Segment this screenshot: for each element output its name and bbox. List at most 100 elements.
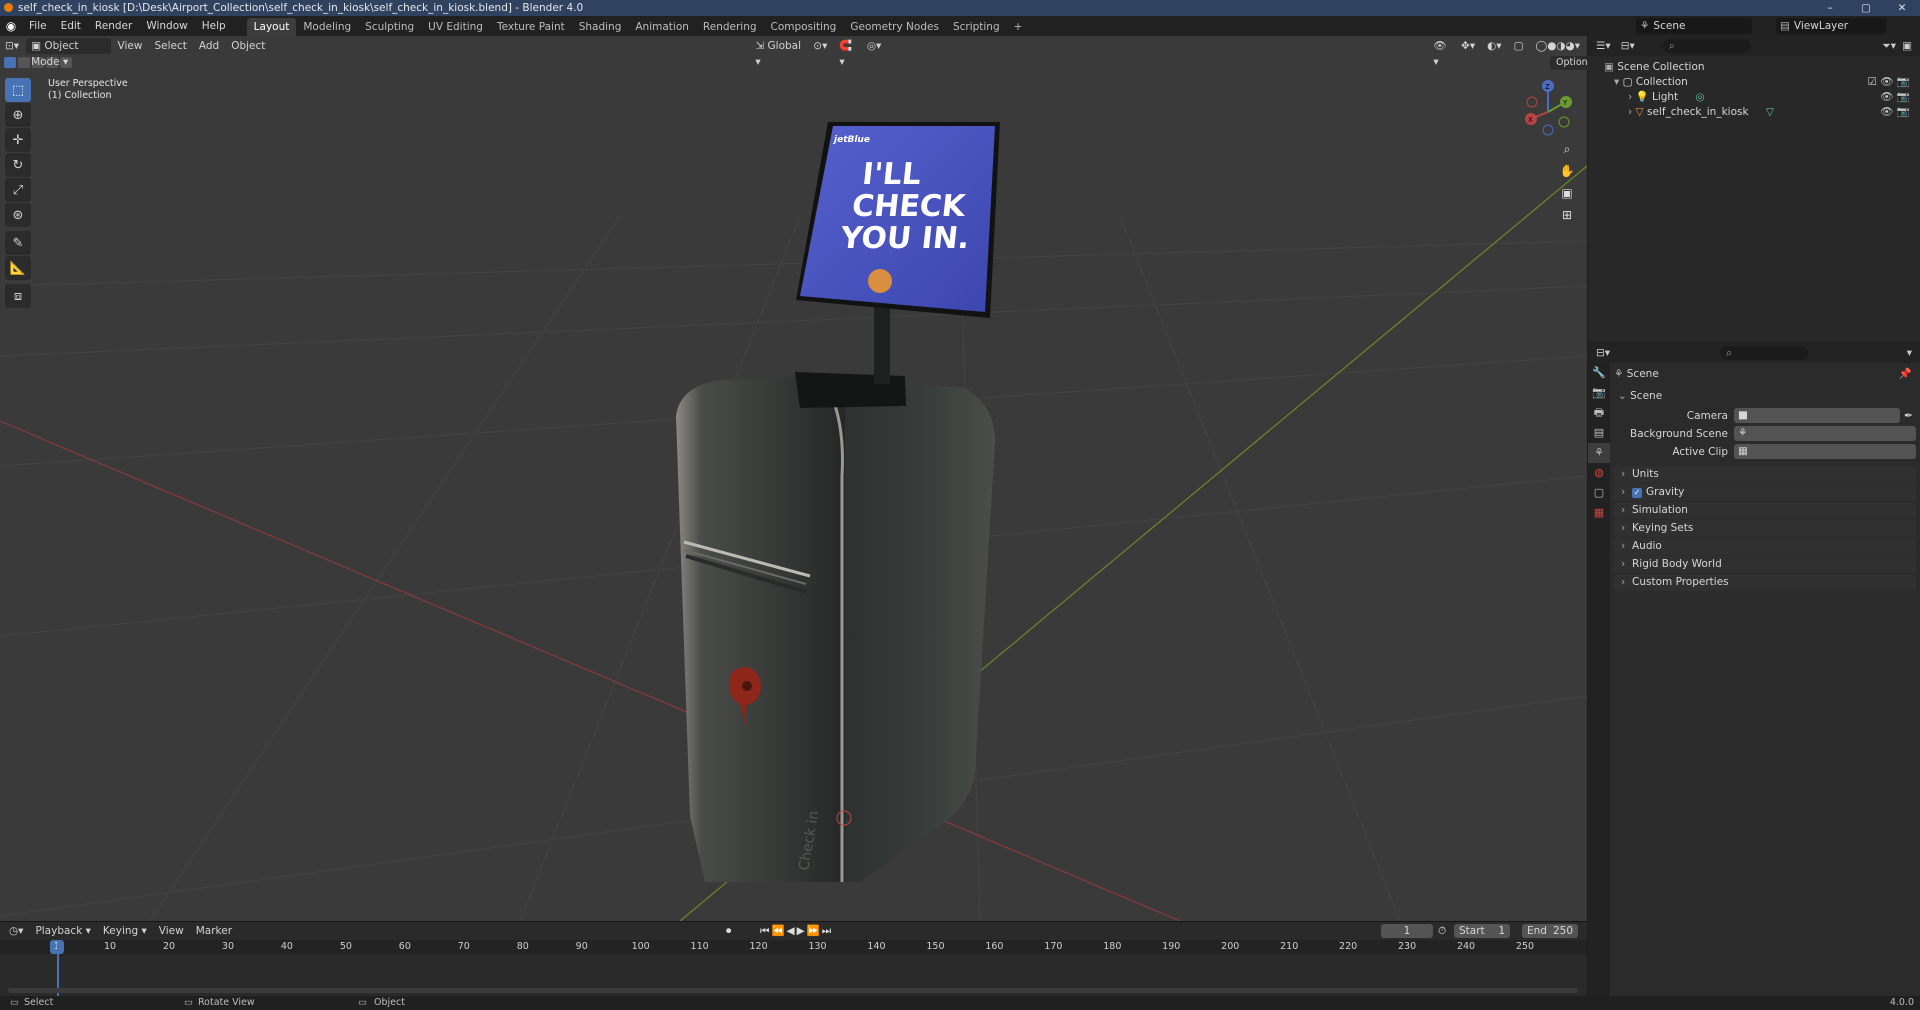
tool-tab-icon[interactable]: 🔧 [1588, 363, 1610, 383]
outliner-editor[interactable]: ☰▾ ⊟▾ ⌕ ⏷▾ ▣ ▣ Scene Collection ▾ ▢ Coll… [1588, 36, 1920, 342]
timeline-menu-keying[interactable]: Keying ▾ [98, 923, 152, 939]
frame-ruler[interactable]: 1102030405060708090100110120130140150160… [0, 940, 1587, 954]
pivot-icon[interactable]: ⊙▾ [808, 38, 832, 54]
collection-tab-icon[interactable]: ▢ [1588, 483, 1610, 503]
tab-texture-paint[interactable]: Texture Paint [490, 18, 572, 36]
eyedropper-icon[interactable]: ✒ [1904, 410, 1913, 422]
pin-icon[interactable]: 📌 [1899, 365, 1912, 383]
tab-scripting[interactable]: Scripting [946, 18, 1007, 36]
menu-object[interactable]: Object [226, 38, 270, 54]
xray-toggle-icon[interactable]: ▢ [1509, 38, 1529, 54]
panel-rigid-body-world[interactable]: Rigid Body World [1614, 556, 1916, 573]
current-frame-field[interactable]: 1 [1381, 924, 1433, 938]
select-new-icon[interactable] [4, 57, 16, 68]
menu-window[interactable]: Window [139, 16, 194, 36]
add-cube-tool-icon[interactable]: ⧈ [5, 284, 31, 308]
gizmo-toggle-icon[interactable]: ✥▾ [1456, 38, 1480, 54]
timeline-editor[interactable]: ◷▾ Playback ▾ Keying ▾ View Marker ⏺ ⏮⏪◀… [0, 921, 1587, 999]
select-extend-icon[interactable] [18, 57, 30, 68]
collection-row[interactable]: ▾ ▢ Collection ☑ 👁 📷 [1604, 75, 1920, 90]
tab-geometry-nodes[interactable]: Geometry Nodes [843, 18, 946, 36]
outliner-item-kiosk[interactable]: › ▽ self_check_in_kiosk ▽ 👁 📷 [1604, 105, 1920, 120]
annotate-tool-icon[interactable]: ✎ [5, 231, 31, 255]
3d-viewport[interactable]: jetBlue I'LL CHECK YOU IN. Check in Z Y … [0, 36, 1587, 921]
menu-view[interactable]: View [113, 38, 148, 54]
properties-editor[interactable]: ⊟▾ ⌕ ▾ 🔧 📷 🖶 ▤ ⚘ ◍ ▢ ▦ ⚘ Scene 📌 ⌄ Scene… [1588, 343, 1920, 996]
active-clip-field[interactable]: ▦ [1734, 444, 1916, 459]
scene-selector[interactable]: ⚘ Scene [1636, 18, 1752, 34]
scene-section-header[interactable]: ⌄ Scene [1614, 387, 1916, 405]
scene-collection-row[interactable]: ▣ Scene Collection [1604, 60, 1920, 75]
background-scene-field[interactable]: ⚘ [1734, 426, 1916, 441]
world-tab-icon[interactable]: ◍ [1588, 463, 1610, 483]
panel-keying-sets[interactable]: Keying Sets [1614, 520, 1916, 537]
timeline-menu-marker[interactable]: Marker [191, 923, 237, 939]
ortho-grid-icon[interactable]: ⊞ [1556, 204, 1578, 226]
render-tab-icon[interactable]: 📷 [1588, 383, 1610, 403]
menu-help[interactable]: Help [195, 16, 233, 36]
properties-editor-icon[interactable]: ⊟▾ [1596, 347, 1610, 359]
tab-rendering[interactable]: Rendering [696, 18, 764, 36]
tab-compositing[interactable]: Compositing [764, 18, 844, 36]
editor-type-icon[interactable]: ⊡▾ [0, 38, 24, 54]
collection-visibility-icons[interactable]: ☑ 👁 📷 [1868, 75, 1911, 90]
close-button[interactable]: ✕ [1884, 0, 1920, 16]
new-collection-icon[interactable]: ▣ [1902, 40, 1912, 52]
panel-custom-properties[interactable]: Custom Properties [1614, 574, 1916, 591]
timeline-menu-playback[interactable]: Playback ▾ [30, 923, 95, 939]
tab-sculpting[interactable]: Sculpting [358, 18, 421, 36]
blender-menu-icon[interactable]: ◉ [0, 19, 22, 33]
timeline-track-area[interactable] [0, 940, 1587, 998]
proportional-edit-icon[interactable]: ◎▾ [862, 38, 886, 54]
scene-tab-icon[interactable]: ⚘ [1588, 443, 1610, 463]
light-visibility-icons[interactable]: 👁 📷 [1880, 90, 1910, 105]
shading-modes[interactable]: ◯●◑◕▾ [1530, 38, 1585, 54]
properties-search-input[interactable]: ⌕ [1720, 346, 1809, 360]
texture-tab-icon[interactable]: ▦ [1588, 503, 1610, 523]
outliner-search-input[interactable]: ⌕ [1662, 39, 1751, 53]
menu-edit[interactable]: Edit [54, 16, 88, 36]
properties-options-icon[interactable]: ▾ [1907, 347, 1912, 359]
overlay-toggle-icon[interactable]: ◐▾ [1482, 38, 1506, 54]
minimize-button[interactable]: – [1812, 0, 1848, 16]
menu-file[interactable]: File [22, 16, 54, 36]
tab-uv-editing[interactable]: UV Editing [421, 18, 490, 36]
kiosk-visibility-icons[interactable]: 👁 📷 [1880, 105, 1910, 120]
panel-audio[interactable]: Audio [1614, 538, 1916, 555]
timeline-scrollbar[interactable] [8, 988, 1578, 993]
timeline-menu-view[interactable]: View [154, 923, 189, 939]
timeline-editor-icon[interactable]: ◷▾ [4, 923, 28, 939]
tab-shading[interactable]: Shading [572, 18, 629, 36]
gravity-checkbox[interactable]: ✓ [1632, 488, 1642, 498]
mode-dropdown[interactable]: ▣ Object Mode ▾ [26, 38, 111, 68]
zoom-icon[interactable]: ⌕ [1556, 138, 1578, 160]
menu-render[interactable]: Render [88, 16, 139, 36]
playback-controls[interactable]: ⏮⏪◀▶⏩⏭ [760, 924, 833, 938]
add-workspace-button[interactable]: + [1007, 18, 1030, 36]
tab-modeling[interactable]: Modeling [296, 18, 358, 36]
visibility-icon[interactable]: 👁▾ [1428, 38, 1454, 68]
viewlayer-selector[interactable]: ▤ ViewLayer [1776, 18, 1886, 34]
transform-orientation-dropdown[interactable]: ⇲ Global ▾ [750, 38, 806, 68]
menu-add[interactable]: Add [194, 38, 224, 54]
maximize-button[interactable]: ▢ [1848, 0, 1884, 16]
filter-icon[interactable]: ⏷▾ [1882, 40, 1896, 53]
panel-simulation[interactable]: Simulation [1614, 502, 1916, 519]
snap-icon[interactable]: 🧲▾ [834, 38, 860, 68]
camera-view-icon[interactable]: ▣ [1556, 182, 1578, 204]
pan-hand-icon[interactable]: ✋ [1556, 160, 1578, 182]
tab-layout[interactable]: Layout [246, 18, 297, 36]
tab-animation[interactable]: Animation [628, 18, 696, 36]
select-box-tool-icon[interactable]: ⬚ [5, 78, 31, 102]
scale-tool-icon[interactable]: ⤢ [5, 178, 31, 202]
end-frame-field[interactable]: End 250 [1522, 924, 1578, 938]
rotate-tool-icon[interactable]: ↻ [5, 153, 31, 177]
transform-tool-icon[interactable]: ⊛ [5, 203, 31, 227]
menu-select[interactable]: Select [149, 38, 191, 54]
output-tab-icon[interactable]: 🖶 [1588, 403, 1610, 423]
panel-units[interactable]: Units [1614, 466, 1916, 483]
move-tool-icon[interactable]: ✛ [5, 128, 31, 152]
display-mode-icon[interactable]: ⊟▾ [1621, 40, 1635, 52]
panel-gravity[interactable]: ✓Gravity [1614, 484, 1916, 501]
record-icon[interactable]: ⏺ [726, 925, 731, 938]
